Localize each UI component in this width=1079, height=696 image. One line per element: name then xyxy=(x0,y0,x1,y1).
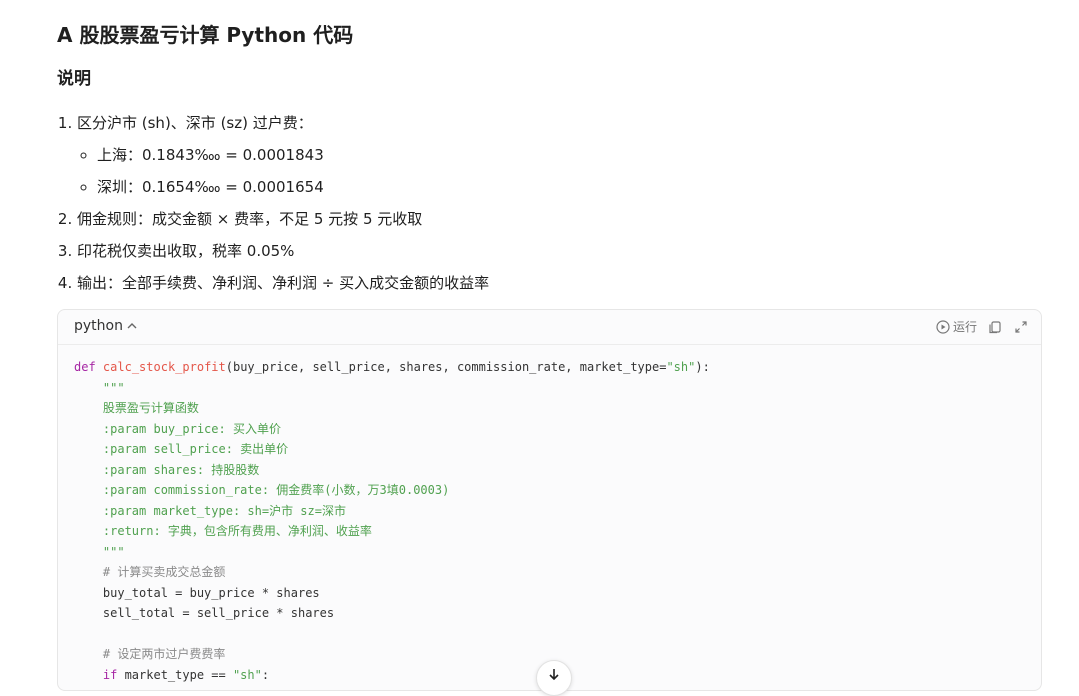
code-docstring: :return: 字典，包含所有费用、净利润、收益率 xyxy=(74,524,372,538)
code-text: (buy_price, sell_price, shares, commissi… xyxy=(225,360,667,374)
language-toggle[interactable]: python xyxy=(74,318,137,334)
code-block: python 运行 def calc_stock_profit(buy_pric… xyxy=(57,309,1042,691)
code-text: buy_total = buy_price * shares xyxy=(74,585,320,600)
code-docstring: """ xyxy=(74,544,125,559)
code-keyword: if xyxy=(102,667,118,682)
list-item: 上海：0.1843‱ = 0.0001843 xyxy=(97,139,977,171)
section-heading: 说明 xyxy=(57,69,91,89)
code-docstring: :param commission_rate: 佣金费率(小数，万3填0.000… xyxy=(74,483,450,497)
chevron-up-icon xyxy=(127,323,137,329)
language-label: python xyxy=(74,318,123,334)
code-text: sell_total = sell_price * shares xyxy=(74,606,335,620)
code-comment: # 计算买卖成交总金额 xyxy=(74,565,226,579)
code-text: : xyxy=(261,667,270,682)
run-label: 运行 xyxy=(952,320,977,334)
copy-icon[interactable] xyxy=(987,319,1003,335)
code-text: ): xyxy=(695,360,710,374)
page-title: A 股股票盈亏计算 Python 代码 xyxy=(57,23,354,47)
code-content: def calc_stock_profit(buy_price, sell_pr… xyxy=(58,345,1041,685)
arrow-down-icon xyxy=(549,669,559,681)
expand-icon[interactable] xyxy=(1013,319,1029,335)
code-docstring: :param buy_price: 买入单价 xyxy=(74,421,281,436)
sublist: 上海：0.1843‱ = 0.0001843 深圳：0.1654‱ = 0.00… xyxy=(77,139,977,203)
code-string: "sh" xyxy=(666,360,696,374)
steps-list: 区分沪市 (sh)、深市 (sz) 过户费： 上海：0.1843‱ = 0.00… xyxy=(57,107,977,299)
code-actions: 运行 xyxy=(936,318,1029,335)
run-button[interactable]: 运行 xyxy=(936,318,977,335)
list-item: 输出：全部手续费、净利润、净利润 ÷ 买入成交金额的收益率 xyxy=(77,267,977,299)
play-icon xyxy=(936,319,950,334)
list-item: 区分沪市 (sh)、深市 (sz) 过户费： 上海：0.1843‱ = 0.00… xyxy=(77,107,977,203)
list-item: 佣金规则：成交金额 × 费率，不足 5 元按 5 元收取 xyxy=(77,203,977,235)
code-docstring: :param sell_price: 卖出单价 xyxy=(74,442,289,456)
code-docstring: """ xyxy=(74,380,125,395)
code-comment: # 设定两市过户费费率 xyxy=(74,647,226,661)
scroll-down-button[interactable] xyxy=(536,660,572,696)
code-docstring: 股票盈亏计算函数 xyxy=(74,401,199,415)
code-block-header: python 运行 xyxy=(58,310,1041,345)
code-text: market_type == xyxy=(117,667,233,682)
code-docstring: :param shares: 持股股数 xyxy=(74,462,260,477)
code-string: "sh" xyxy=(232,667,262,682)
code-docstring: :param market_type: sh=沪市 sz=深市 xyxy=(74,503,346,518)
code-keyword: def xyxy=(74,360,96,374)
list-item: 深圳：0.1654‱ = 0.0001654 xyxy=(97,171,977,203)
code-function-name: calc_stock_profit xyxy=(102,360,226,374)
list-item: 印花税仅卖出收取，税率 0.05% xyxy=(77,235,977,267)
